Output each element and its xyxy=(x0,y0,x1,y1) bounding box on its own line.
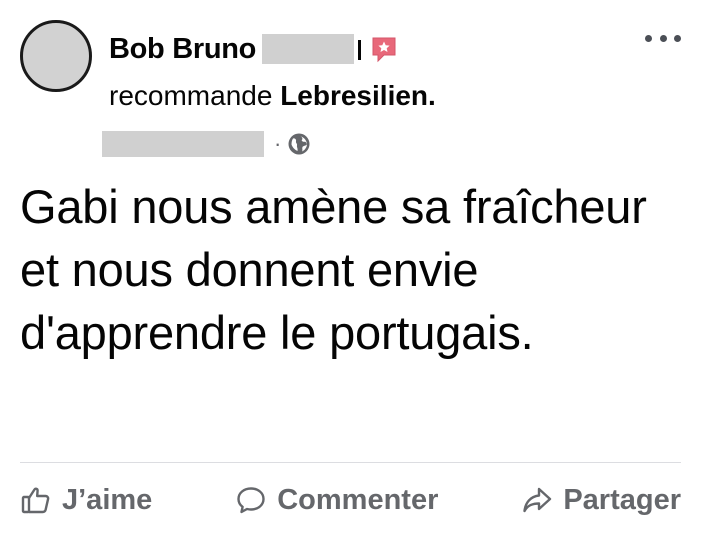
author-line: Bob Bruno xyxy=(109,29,398,69)
more-dot xyxy=(659,34,667,42)
recommendation-line: recommande Lebresilien. xyxy=(109,80,436,112)
comment-bubble-icon xyxy=(237,487,265,514)
post-body: Gabi nous amène sa fraîcheur et nous don… xyxy=(20,180,647,359)
globe-icon[interactable] xyxy=(287,132,311,156)
thumbs-up-icon xyxy=(21,487,50,514)
share-label: Partager xyxy=(563,483,681,516)
redacted-timestamp[interactable] xyxy=(102,131,264,157)
post-card: Bob Bruno recommande Lebresilien. · Gabi… xyxy=(0,0,701,533)
share-button[interactable]: Partager xyxy=(521,484,681,517)
share-arrow-icon xyxy=(523,487,552,513)
comment-button[interactable]: Commenter xyxy=(235,484,438,517)
avatar[interactable] xyxy=(20,20,92,92)
more-dot xyxy=(674,34,681,42)
post-meta: · xyxy=(102,128,311,160)
recommendation-star-icon xyxy=(372,37,396,63)
redacted-surname-end xyxy=(356,38,366,60)
like-label: J’aime xyxy=(62,483,153,516)
like-button[interactable]: J’aime xyxy=(20,484,152,517)
page-name-link[interactable]: Lebresilien. xyxy=(280,80,436,111)
recommends-text: recommande xyxy=(109,80,273,111)
more-options-icon[interactable] xyxy=(645,28,681,48)
divider xyxy=(20,462,681,463)
redacted-surname xyxy=(262,34,355,64)
comment-label: Commenter xyxy=(277,483,439,516)
meta-separator: · xyxy=(274,131,282,156)
author-name[interactable]: Bob Bruno xyxy=(109,33,256,66)
action-bar: J’aime Commenter Partager xyxy=(20,478,681,522)
more-dot xyxy=(645,34,652,42)
